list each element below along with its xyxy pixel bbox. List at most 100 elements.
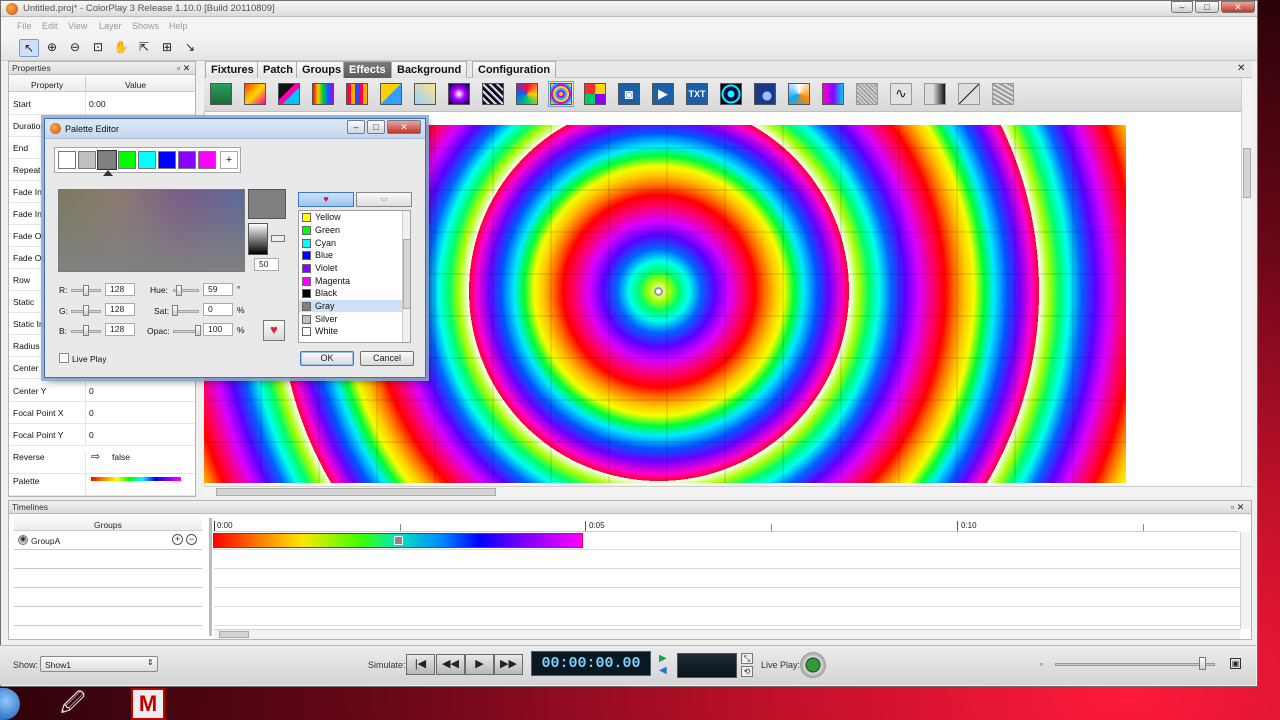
dialog-minimize-button[interactable]: –	[347, 120, 365, 134]
pan-hand-icon[interactable]: ✋	[111, 39, 131, 57]
swatch-silver[interactable]	[78, 151, 96, 169]
g-field[interactable]: 128	[105, 303, 135, 316]
time-ruler[interactable]: 0:00 0:05 0:10	[214, 518, 1238, 532]
hscroll-thumb[interactable]	[219, 631, 249, 638]
start-orb-icon[interactable]	[0, 688, 20, 720]
pointer-tool-icon[interactable]: ↖	[19, 39, 39, 57]
brightness-bar[interactable]	[248, 223, 268, 255]
list-item-selected[interactable]: Gray	[299, 300, 403, 312]
zoom-in-icon[interactable]: ⊕	[42, 39, 62, 57]
bars-fx-icon[interactable]	[312, 83, 334, 105]
tab-effects[interactable]: Effects	[343, 61, 392, 78]
add-circle-icon[interactable]: +	[172, 534, 183, 545]
value-field[interactable]: 50	[254, 258, 279, 271]
reverse-blue-icon[interactable]: ◀	[659, 665, 673, 677]
live-play-checkbox[interactable]	[59, 353, 69, 363]
effect-clip[interactable]	[213, 533, 583, 548]
fast-forward-button[interactable]: ▶▶	[494, 654, 523, 675]
property-row-palette[interactable]: Palette	[9, 474, 195, 496]
favorites-tab-heart-icon[interactable]: ♥	[298, 192, 354, 207]
expand-icon[interactable]: ⤡	[741, 653, 753, 664]
list-item[interactable]: Black	[299, 287, 403, 299]
hscroll-thumb[interactable]	[216, 488, 496, 496]
palette-tab-icon[interactable]: ▭	[356, 192, 412, 207]
wave-fx-icon[interactable]: ∿	[890, 83, 912, 105]
g-slider-knob[interactable]	[83, 305, 89, 316]
stage-hscroll[interactable]	[204, 486, 1252, 497]
r-slider-knob[interactable]	[83, 285, 89, 296]
focal-point-handle[interactable]	[654, 287, 663, 296]
clip-handle-icon[interactable]	[394, 536, 403, 545]
color-picker-area[interactable]	[58, 189, 245, 272]
menu-edit[interactable]: Edit	[42, 21, 58, 31]
group-row[interactable]	[14, 589, 202, 607]
loop-icon[interactable]: ⟲	[741, 666, 753, 677]
group-row[interactable]	[14, 551, 202, 569]
lens-fx-icon[interactable]	[720, 83, 742, 105]
property-row[interactable]: Focal Point Y0	[9, 424, 195, 446]
brightness-knob[interactable]	[271, 235, 285, 242]
menu-shows[interactable]: Shows	[132, 21, 159, 31]
menu-layer[interactable]: Layer	[99, 21, 122, 31]
r-field[interactable]: 128	[105, 283, 135, 296]
list-item[interactable]: Blue	[299, 249, 403, 261]
maximize-button[interactable]: □	[1195, 1, 1219, 13]
property-row-reverse[interactable]: Reverse ⇨ false	[9, 451, 195, 474]
tab-groups[interactable]: Groups	[296, 61, 348, 78]
list-item[interactable]: Magenta	[299, 275, 403, 287]
menu-file[interactable]: File	[17, 21, 32, 31]
float-panel-icon[interactable]: ▫ ✕	[177, 63, 190, 74]
list-item[interactable]: Silver	[299, 313, 403, 325]
live-play-toggle[interactable]	[800, 652, 826, 678]
effects-vscroll[interactable]	[1241, 78, 1252, 486]
stripes-fx-icon[interactable]	[482, 83, 504, 105]
track-row[interactable]	[214, 589, 1240, 607]
burst-fx-icon[interactable]	[788, 83, 810, 105]
swatch-cyan[interactable]	[138, 151, 156, 169]
group-row[interactable]	[14, 570, 202, 588]
noise-fx-icon[interactable]	[992, 83, 1014, 105]
playhead[interactable]	[214, 521, 215, 531]
splitter[interactable]	[209, 518, 212, 636]
add-swatch-button[interactable]: +	[220, 151, 238, 169]
dialog-maximize-button[interactable]: □	[367, 120, 385, 134]
close-tab-icon[interactable]: ✕	[1237, 63, 1245, 74]
list-item[interactable]: Yellow	[299, 211, 403, 223]
menu-view[interactable]: View	[68, 21, 87, 31]
spotlight-fx-icon[interactable]	[448, 83, 470, 105]
swatch-white[interactable]	[58, 151, 76, 169]
swatch-magenta[interactable]	[198, 151, 216, 169]
tab-configuration[interactable]: Configuration	[472, 61, 557, 78]
rewind-button[interactable]: ◀◀	[436, 654, 465, 675]
property-row[interactable]: Start 0:00	[9, 93, 195, 115]
tab-patch[interactable]: Patch	[257, 61, 299, 78]
pinwheel-fx-icon[interactable]	[584, 83, 606, 105]
b-slider-knob[interactable]	[83, 325, 89, 336]
timeline-hscroll[interactable]	[214, 629, 1240, 639]
mcafee-icon[interactable]: M	[131, 688, 165, 720]
dialog-close-button[interactable]: ✕	[387, 120, 421, 134]
tab-fixtures[interactable]: Fixtures	[205, 61, 260, 78]
tab-background[interactable]: Background	[391, 61, 468, 78]
list-scroll-thumb[interactable]	[403, 239, 410, 309]
track-row[interactable]	[214, 551, 1240, 569]
wipe-fx-icon[interactable]	[380, 83, 402, 105]
text-fx-icon[interactable]: TXT	[686, 83, 708, 105]
swatch-violet[interactable]	[178, 151, 196, 169]
camera-icon[interactable]: ◙	[618, 83, 640, 105]
play-green-icon[interactable]: ▶	[659, 653, 673, 665]
swirl-fx-icon[interactable]	[516, 83, 538, 105]
visibility-eye-icon[interactable]: ◉	[18, 535, 28, 545]
opac-slider-knob[interactable]	[195, 325, 201, 336]
opac-field[interactable]: 100	[203, 323, 233, 336]
cancel-button[interactable]: Cancel	[360, 351, 414, 366]
track-row[interactable]	[214, 608, 1240, 626]
list-item[interactable]: White	[299, 325, 403, 337]
hue-field[interactable]: 59	[203, 283, 233, 296]
zoom-in-small-icon[interactable]: ▣	[1230, 658, 1241, 669]
usb-drive-icon[interactable]: 🖉	[60, 690, 90, 718]
remove-circle-icon[interactable]: −	[186, 534, 197, 545]
group-row-groupa[interactable]: ◉ GroupA + −	[14, 532, 202, 550]
list-item[interactable]: Cyan	[299, 237, 403, 249]
select-region-icon[interactable]: ⊞	[157, 39, 177, 57]
